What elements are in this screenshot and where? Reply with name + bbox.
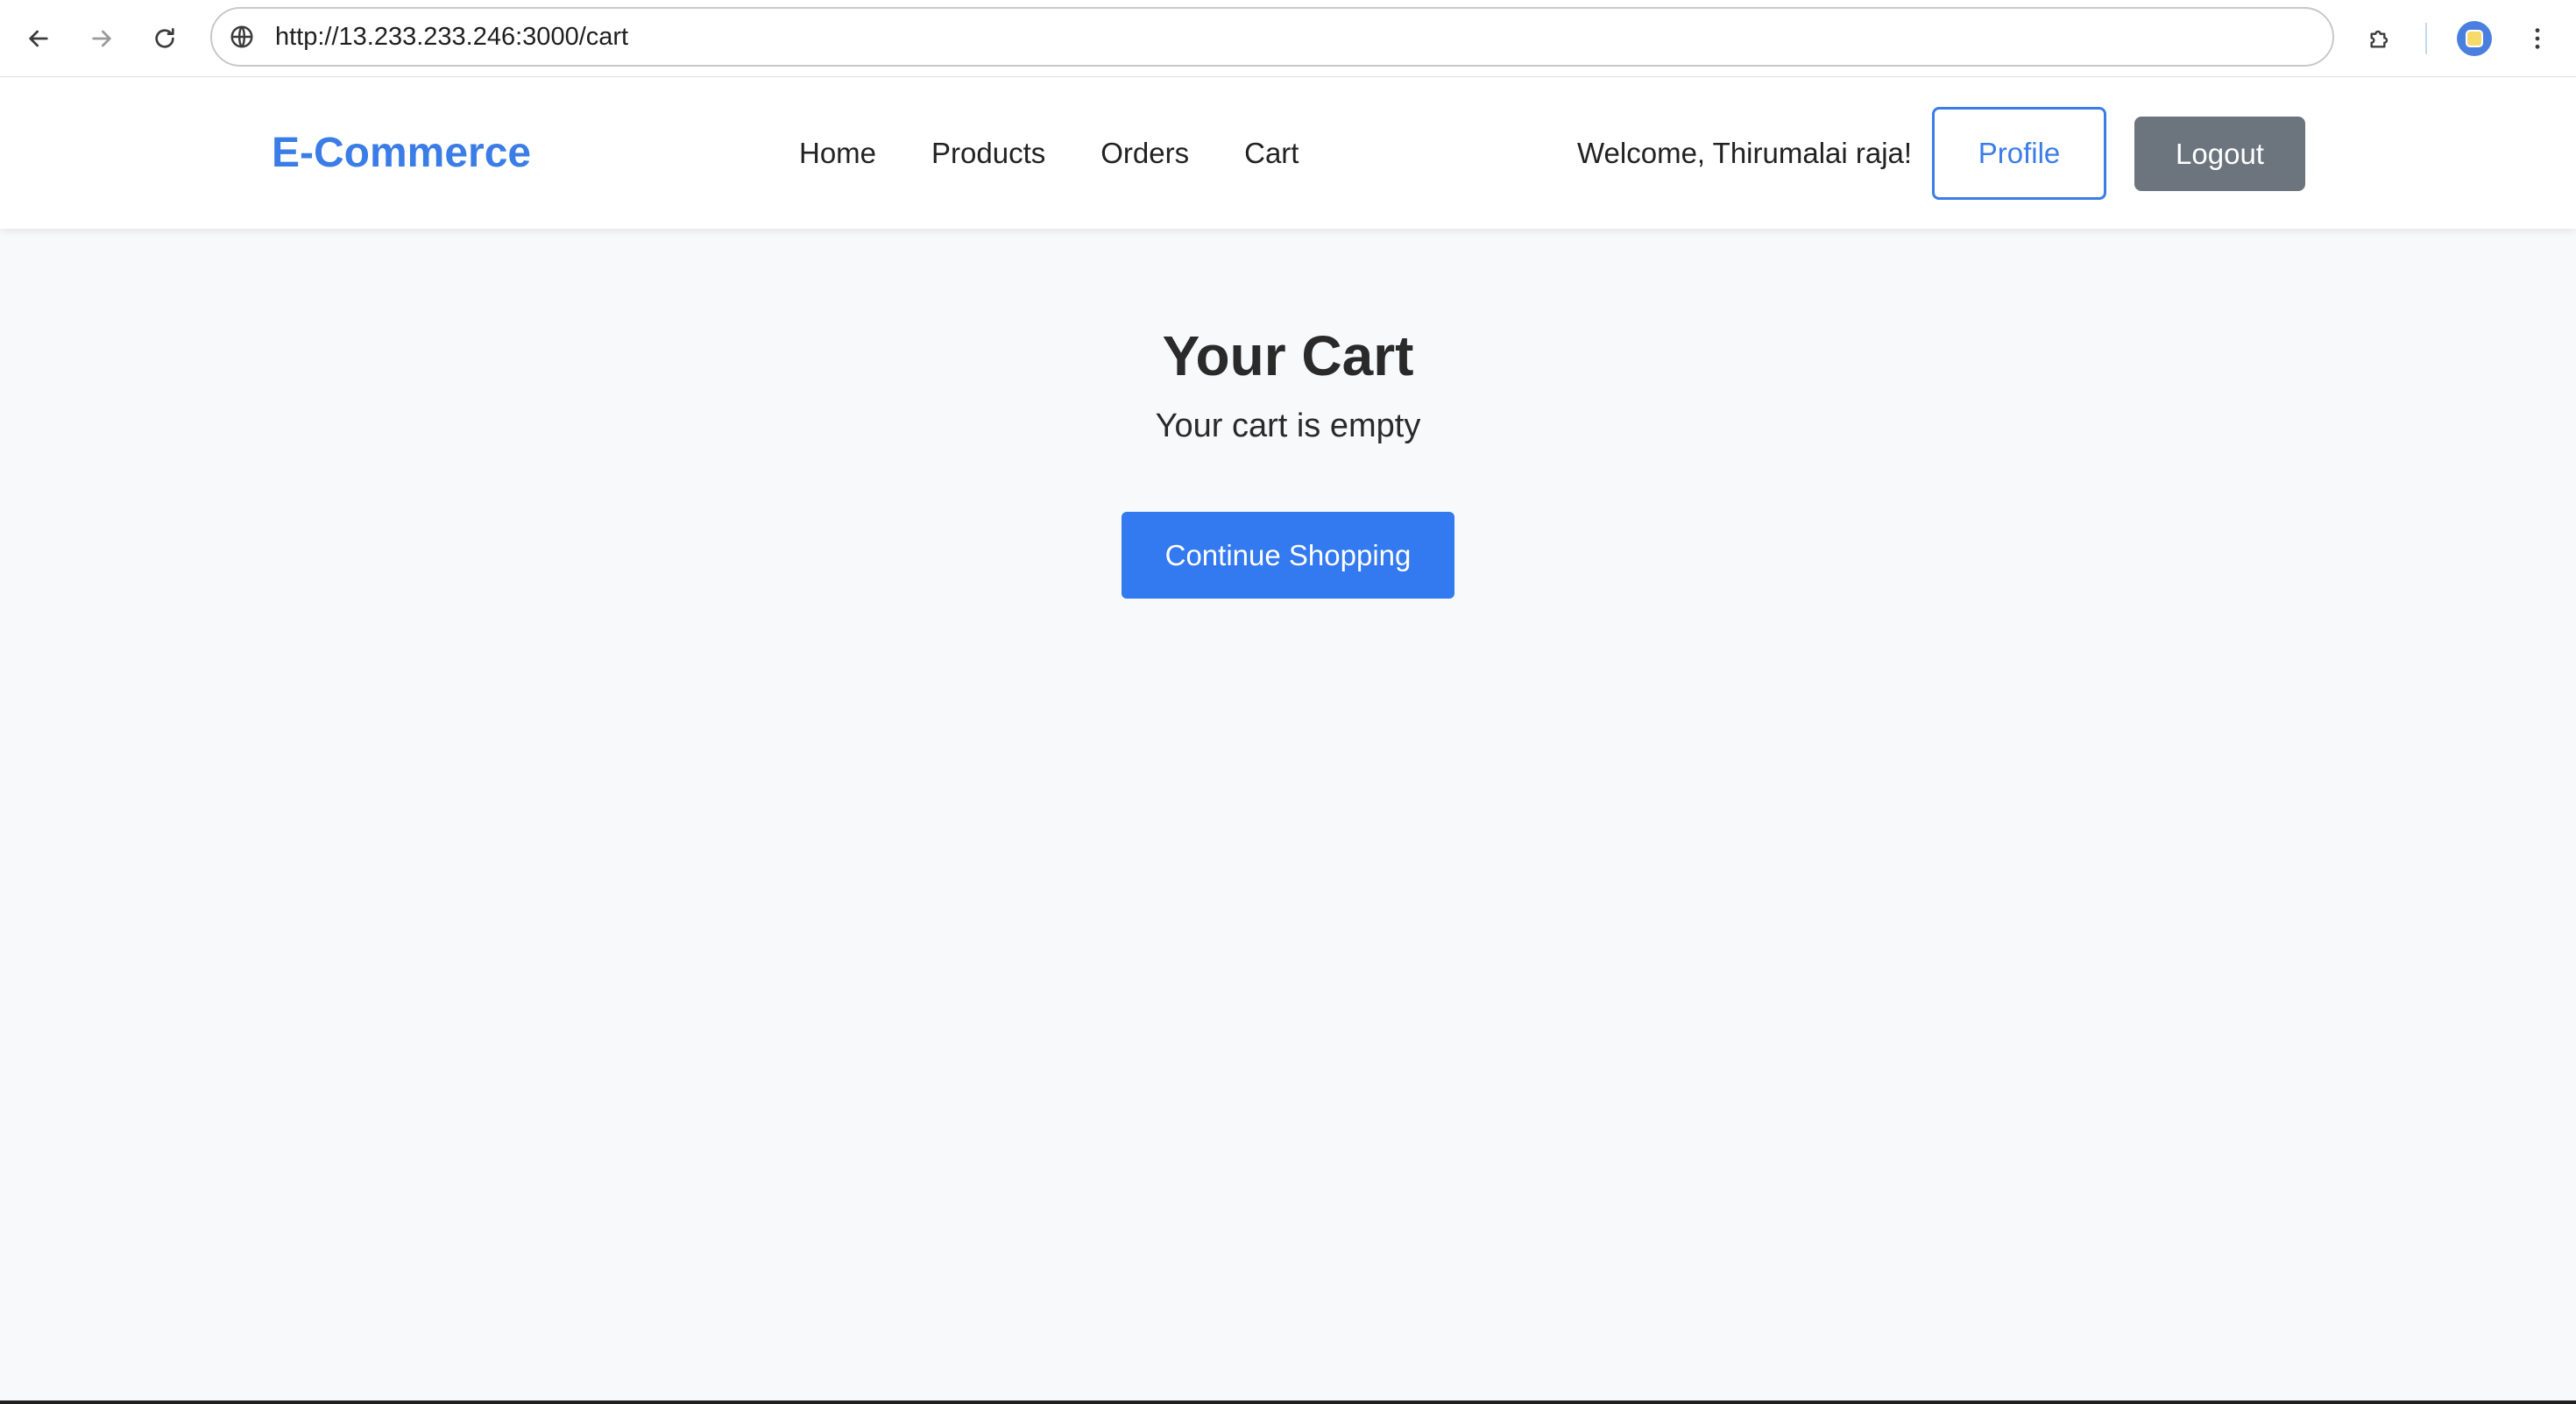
window-bottom-edge xyxy=(0,1400,2576,1404)
main-nav: Home Products Orders Cart xyxy=(799,78,1299,229)
profile-button[interactable]: Profile xyxy=(1932,107,2106,200)
nav-cart[interactable]: Cart xyxy=(1244,137,1299,170)
globe-icon xyxy=(230,25,253,48)
avatar-icon xyxy=(2457,21,2492,56)
arrow-left-icon xyxy=(29,30,48,47)
empty-cart-message: Your cart is empty xyxy=(1155,408,1421,444)
extensions-button[interactable] xyxy=(2357,16,2403,61)
site-info-button[interactable] xyxy=(226,21,258,53)
arrow-right-icon xyxy=(92,30,111,47)
nav-home[interactable]: Home xyxy=(799,137,876,170)
forward-button[interactable] xyxy=(79,16,124,61)
url-text[interactable]: http://13.233.233.246:3000/cart xyxy=(275,9,628,65)
browser-profile-button[interactable] xyxy=(2452,16,2497,61)
logout-button[interactable]: Logout xyxy=(2134,117,2305,191)
page-title: Your Cart xyxy=(1162,324,1414,387)
back-button[interactable] xyxy=(16,16,61,61)
nav-products[interactable]: Products xyxy=(931,137,1045,170)
puzzle-icon xyxy=(2370,30,2388,48)
kebab-menu-icon xyxy=(2535,28,2540,49)
browser-toolbar: http://13.233.233.246:3000/cart xyxy=(0,0,2576,77)
browser-menu-button[interactable] xyxy=(2515,16,2560,61)
address-bar[interactable]: http://13.233.233.246:3000/cart xyxy=(210,7,2334,67)
page-viewport: E-Commerce Home Products Orders Cart Wel… xyxy=(0,78,2576,1400)
brand-logo[interactable]: E-Commerce xyxy=(272,78,531,229)
nav-orders[interactable]: Orders xyxy=(1100,137,1189,170)
reload-button[interactable] xyxy=(142,16,188,61)
reload-icon xyxy=(155,28,174,48)
toolbar-divider xyxy=(2425,23,2427,54)
site-header: E-Commerce Home Products Orders Cart Wel… xyxy=(0,78,2576,229)
welcome-message: Welcome, Thirumalai raja! xyxy=(1577,137,1913,169)
continue-shopping-button[interactable]: Continue Shopping xyxy=(1122,512,1454,599)
